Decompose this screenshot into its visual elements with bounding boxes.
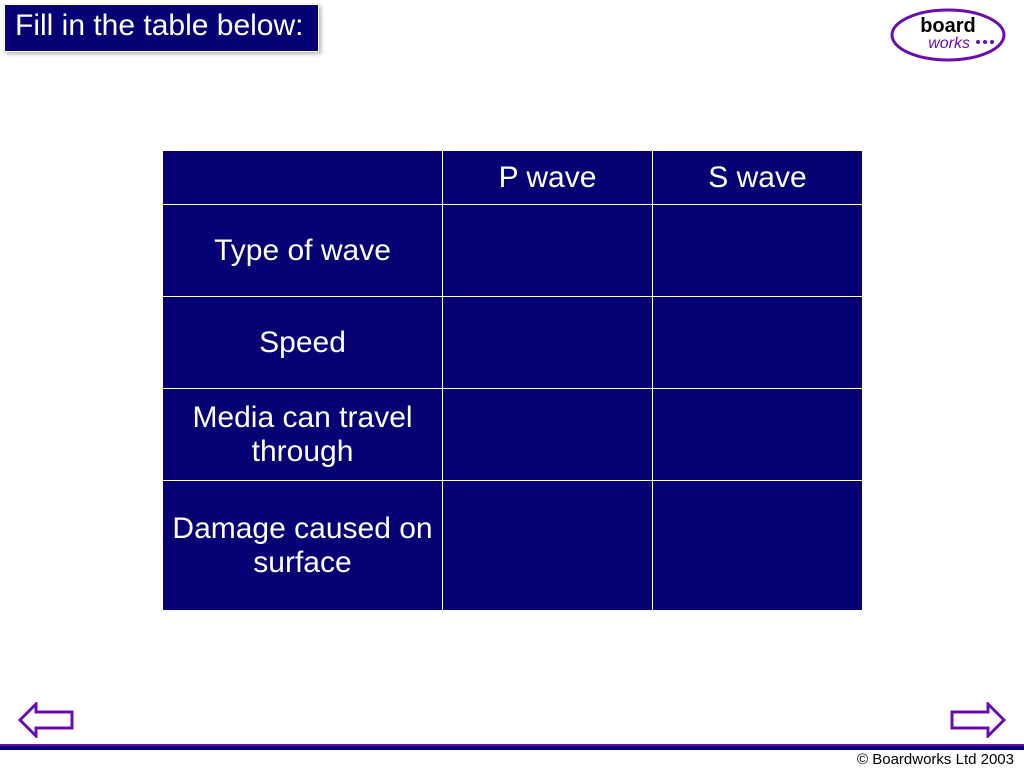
logo-top-text: board — [920, 15, 976, 37]
row-label-media: Media can travel through — [163, 389, 443, 481]
boardworks-logo: board works — [888, 6, 1008, 64]
table-row: Speed — [163, 297, 863, 389]
slide-title: Fill in the table below: — [15, 9, 304, 42]
cell-speed-p[interactable] — [443, 297, 653, 389]
table-row: Media can travel through — [163, 389, 863, 481]
cell-media-p[interactable] — [443, 389, 653, 481]
header-s-wave: S wave — [653, 151, 863, 205]
header-p-wave: P wave — [443, 151, 653, 205]
cell-speed-s[interactable] — [653, 297, 863, 389]
copyright-text: © Boardworks Ltd 2003 — [857, 751, 1014, 768]
row-label-speed: Speed — [163, 297, 443, 389]
logo-bottom-text: works — [928, 35, 970, 52]
table-row: Type of wave — [163, 205, 863, 297]
prev-arrow-button[interactable] — [18, 702, 74, 738]
next-arrow-button[interactable] — [950, 702, 1006, 738]
cell-media-s[interactable] — [653, 389, 863, 481]
row-label-type: Type of wave — [163, 205, 443, 297]
table-header-row: P wave S wave — [163, 151, 863, 205]
header-blank — [163, 151, 443, 205]
slide-title-box: Fill in the table below: — [4, 4, 319, 52]
cell-type-p[interactable] — [443, 205, 653, 297]
row-label-damage: Damage caused on surface — [163, 481, 443, 611]
wave-table: P wave S wave Type of wave Speed Media c… — [162, 150, 862, 611]
cell-type-s[interactable] — [653, 205, 863, 297]
table-row: Damage caused on surface — [163, 481, 863, 611]
cell-damage-p[interactable] — [443, 481, 653, 611]
cell-damage-s[interactable] — [653, 481, 863, 611]
footer-divider — [0, 744, 1024, 750]
